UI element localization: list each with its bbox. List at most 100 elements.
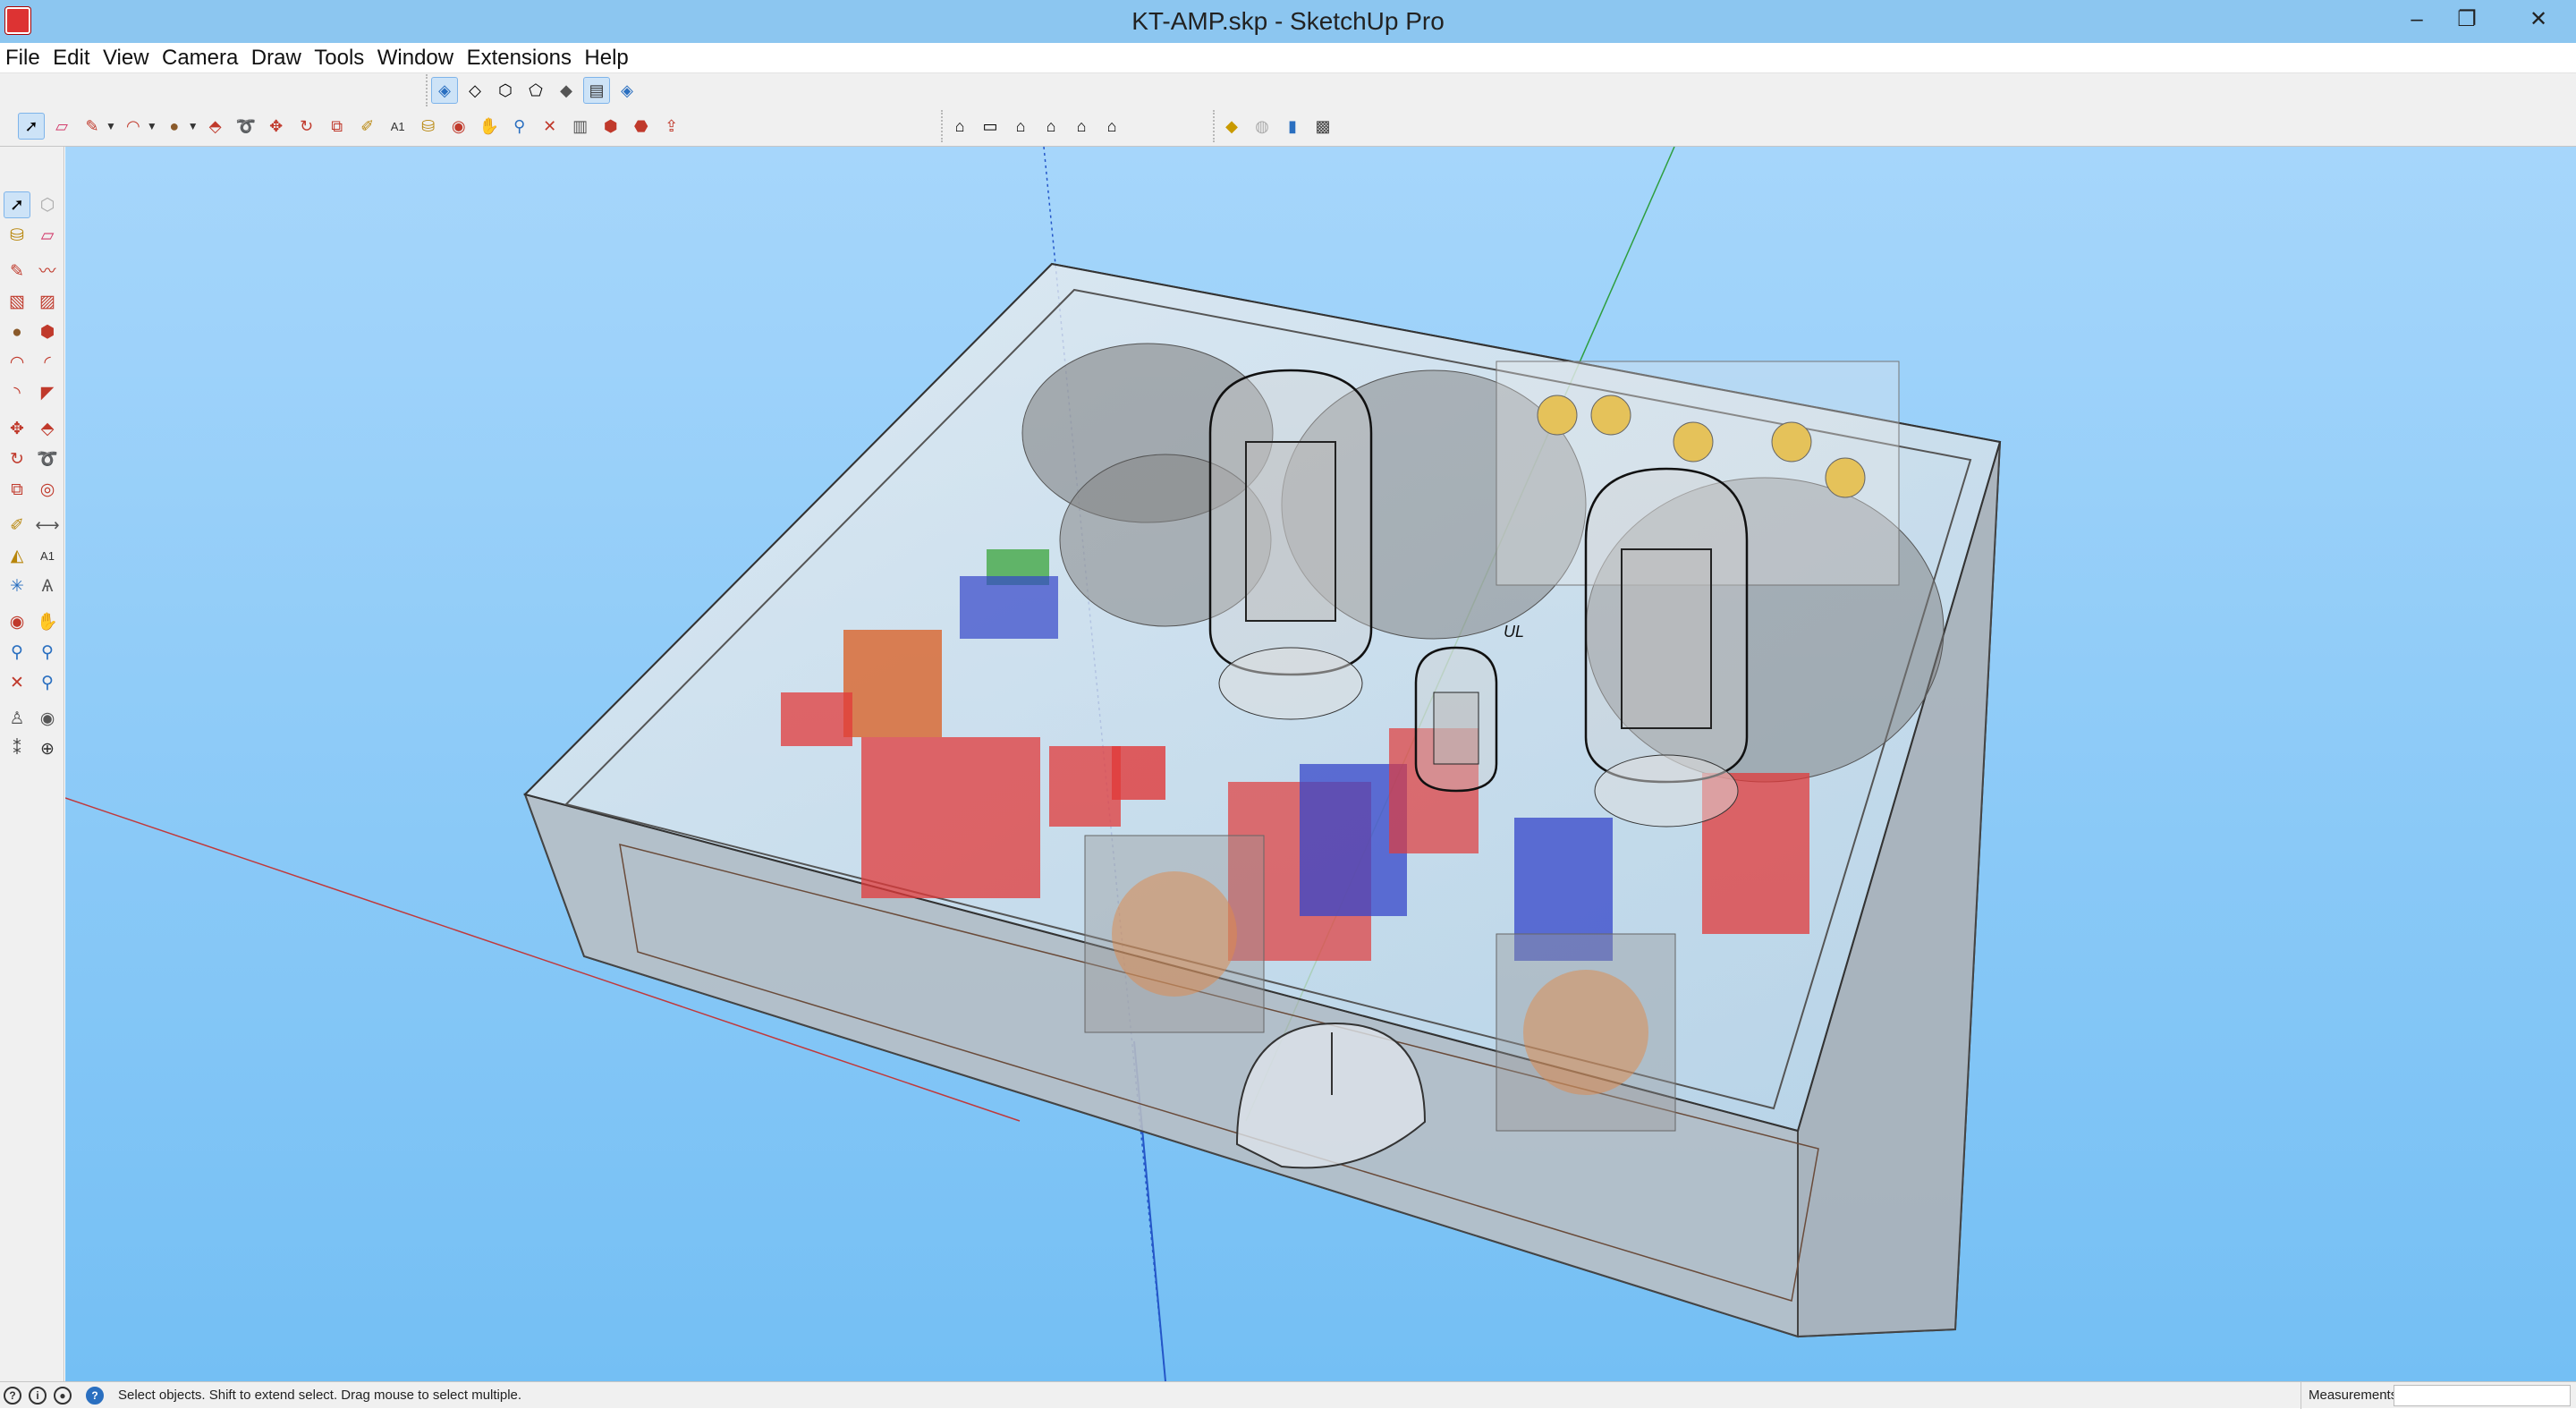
- orange-rectifier[interactable]: [843, 630, 942, 737]
- lt-freehand-icon[interactable]: 〰: [34, 258, 61, 284]
- section-cut-icon[interactable]: ▮: [1279, 113, 1306, 140]
- lt-rectangle-icon[interactable]: ▧: [4, 288, 30, 315]
- instructor-icon[interactable]: ?: [86, 1387, 104, 1405]
- eraser-icon[interactable]: ▱: [48, 113, 75, 140]
- lt-pan-icon[interactable]: ✋: [34, 608, 61, 635]
- wireframe-icon[interactable]: ⬡: [492, 77, 519, 104]
- move-icon[interactable]: ✥: [263, 113, 290, 140]
- right-view-icon[interactable]: ⌂: [1038, 113, 1064, 140]
- follow-me-icon[interactable]: ➰: [233, 113, 259, 140]
- lt-follow-me-icon[interactable]: ➰: [34, 446, 61, 472]
- pan-icon[interactable]: ✋: [476, 113, 503, 140]
- lt-paint-bucket-icon[interactable]: ⛁: [4, 222, 30, 249]
- line-icon[interactable]: ✎: [79, 113, 106, 140]
- monochrome-icon[interactable]: ◈: [614, 77, 640, 104]
- model-canvas[interactable]: UL: [65, 147, 2576, 1381]
- orbit-icon[interactable]: ◉: [445, 113, 472, 140]
- lt-protractor-icon[interactable]: ◭: [4, 542, 30, 569]
- menu-tools[interactable]: Tools: [310, 43, 368, 73]
- lt-3pt-arc-icon[interactable]: ◝: [4, 379, 30, 406]
- measurements-input[interactable]: [2394, 1385, 2571, 1406]
- lt-zoom-icon[interactable]: ⚲: [4, 639, 30, 666]
- lt-text-icon[interactable]: A1: [34, 542, 61, 569]
- warehouse-icon[interactable]: ▥: [567, 113, 594, 140]
- menu-camera[interactable]: Camera: [158, 43, 242, 73]
- left-view-icon[interactable]: ⌂: [1098, 113, 1125, 140]
- lt-zoom-extents-icon[interactable]: ✕: [4, 669, 30, 696]
- lt-polygon-icon[interactable]: ⬢: [34, 318, 61, 345]
- close-button[interactable]: ✕: [2504, 0, 2572, 39]
- lt-make-component-icon[interactable]: ⬡: [34, 191, 61, 218]
- layout-icon[interactable]: ⬣: [628, 113, 655, 140]
- lt-offset-icon[interactable]: ◎: [34, 476, 61, 503]
- speaker-terminal-2[interactable]: [1825, 457, 1866, 498]
- section-plane-icon[interactable]: ◆: [1218, 113, 1245, 140]
- menu-edit[interactable]: Edit: [49, 43, 93, 73]
- lt-eraser-icon[interactable]: ▱: [34, 222, 61, 249]
- lt-select-icon[interactable]: ➚: [4, 191, 30, 218]
- speaker-terminal-1[interactable]: [1771, 421, 1812, 463]
- paint-bucket-icon[interactable]: ⛁: [415, 113, 442, 140]
- menu-draw[interactable]: Draw: [248, 43, 305, 73]
- power-tube-left[interactable]: [1208, 369, 1373, 720]
- rca-jack-3[interactable]: [1673, 421, 1714, 463]
- drawing-viewport[interactable]: UL: [65, 147, 2576, 1381]
- shaded-textures-icon[interactable]: ▤: [583, 77, 610, 104]
- lt-move-icon[interactable]: ✥: [4, 415, 30, 442]
- lt-zoom-window-icon[interactable]: ⚲: [34, 639, 61, 666]
- rca-jack-1[interactable]: [1537, 395, 1578, 436]
- power-tube-right[interactable]: [1584, 467, 1749, 828]
- menu-help[interactable]: Help: [580, 43, 631, 73]
- arc-dropdown-icon[interactable]: ▼: [147, 120, 157, 132]
- lt-section-plane-icon[interactable]: ⊕: [34, 735, 61, 762]
- lt-walk-icon[interactable]: ⁑: [4, 735, 30, 762]
- lt-look-around-icon[interactable]: ◉: [34, 705, 61, 732]
- lt-circle-icon[interactable]: ●: [4, 318, 30, 345]
- lt-3d-text-icon[interactable]: Ѧ: [34, 573, 61, 599]
- lt-previous-icon[interactable]: ⚲: [34, 669, 61, 696]
- front-view-icon[interactable]: ⌂: [1007, 113, 1034, 140]
- tape-measure-icon[interactable]: ✐: [354, 113, 381, 140]
- geo-location-icon[interactable]: ?: [4, 1387, 21, 1405]
- shaded-icon[interactable]: ◆: [553, 77, 580, 104]
- menu-file[interactable]: File: [2, 43, 44, 73]
- user-icon[interactable]: ●: [54, 1387, 72, 1405]
- lt-tape-measure-icon[interactable]: ✐: [4, 512, 30, 539]
- driver-tube[interactable]: [1414, 646, 1498, 793]
- back-edges-icon[interactable]: ◇: [462, 77, 488, 104]
- lt-scale-icon[interactable]: ⧉: [4, 476, 30, 503]
- iso-view-icon[interactable]: ⌂: [946, 113, 973, 140]
- select-icon[interactable]: ➚: [18, 113, 45, 140]
- lt-dimension-icon[interactable]: ⟷: [34, 512, 61, 539]
- blue-capacitor-1[interactable]: [960, 576, 1058, 639]
- hidden-line-icon[interactable]: ⬠: [522, 77, 549, 104]
- extension-warehouse-icon[interactable]: ⬢: [597, 113, 624, 140]
- rca-jack-2[interactable]: [1590, 395, 1631, 436]
- back-view-icon[interactable]: ⌂: [1068, 113, 1095, 140]
- arc-icon[interactable]: ◠: [120, 113, 147, 140]
- lt-position-camera-icon[interactable]: ♙: [4, 705, 30, 732]
- line-dropdown-icon[interactable]: ▼: [106, 120, 116, 132]
- red-capacitor-2[interactable]: [861, 737, 1040, 898]
- lt-2pt-arc-icon[interactable]: ◜: [34, 349, 61, 376]
- red-capacitor-3[interactable]: [1049, 746, 1121, 827]
- lt-line-icon[interactable]: ✎: [4, 258, 30, 284]
- shape-icon[interactable]: ●: [161, 113, 188, 140]
- rotate-icon[interactable]: ↻: [293, 113, 320, 140]
- lt-pie-icon[interactable]: ◤: [34, 379, 61, 406]
- scale-icon[interactable]: ⧉: [324, 113, 351, 140]
- camera-tool-icon[interactable]: ▩: [1309, 113, 1336, 140]
- shape-dropdown-icon[interactable]: ▼: [188, 120, 199, 132]
- zoom-extents-icon[interactable]: ✕: [537, 113, 564, 140]
- lt-push-pull-icon[interactable]: ⬘: [34, 415, 61, 442]
- restore-button[interactable]: ❐: [2442, 0, 2492, 39]
- lt-axes-icon[interactable]: ✳: [4, 573, 30, 599]
- xray-icon[interactable]: ◈: [431, 77, 458, 104]
- menu-extensions[interactable]: Extensions: [463, 43, 575, 73]
- lt-arc-icon[interactable]: ◠: [4, 349, 30, 376]
- credits-icon[interactable]: i: [29, 1387, 47, 1405]
- menu-view[interactable]: View: [99, 43, 153, 73]
- menu-window[interactable]: Window: [374, 43, 457, 73]
- lt-rotated-rectangle-icon[interactable]: ▨: [34, 288, 61, 315]
- lt-rotate-icon[interactable]: ↻: [4, 446, 30, 472]
